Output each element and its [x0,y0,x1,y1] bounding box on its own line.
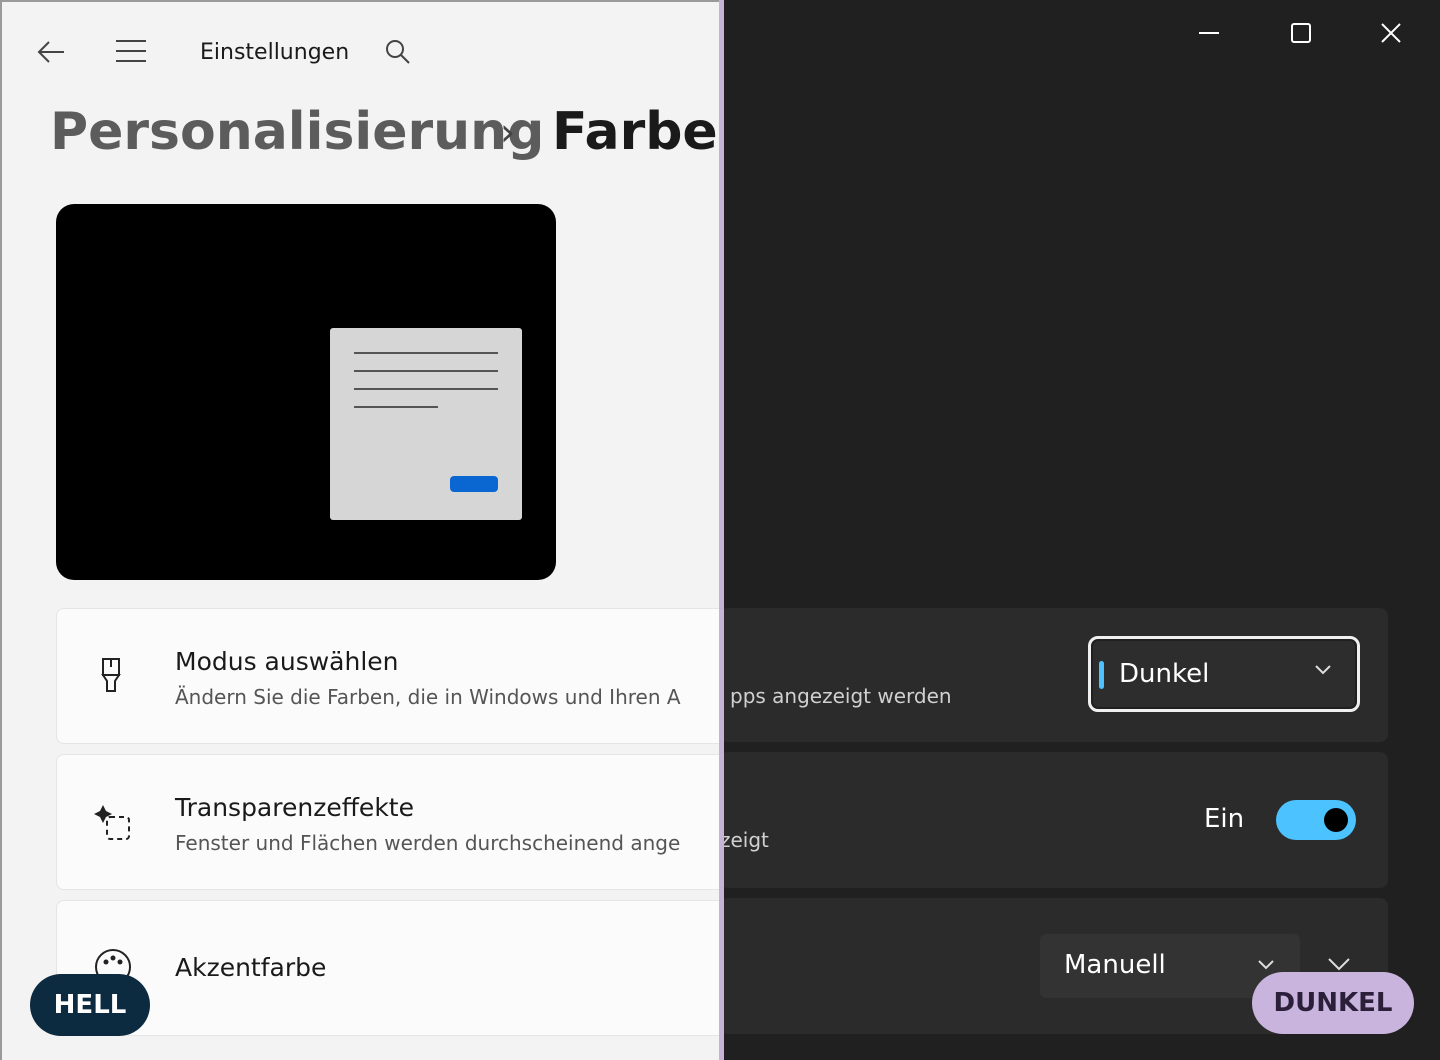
transparency-toggle-label: Ein [1204,804,1245,834]
back-arrow-icon[interactable] [36,38,66,71]
transparency-description-dark: zeigt [720,828,769,852]
toggle-knob [1324,808,1348,832]
mode-card: Modus auswählen Ändern Sie die Farben, d… [56,608,720,744]
dropdown-selection-indicator [1099,661,1104,689]
mode-title: Modus auswählen [175,647,399,676]
maximize-icon[interactable] [1290,22,1312,48]
minimize-icon[interactable] [1198,22,1220,48]
preview-window [330,328,522,520]
chevron-down-icon [1313,659,1333,683]
preview-button [450,476,498,492]
dark-label-badge: DUNKEL [1252,972,1414,1034]
breadcrumb-separator: › [500,110,516,154]
theme-preview [56,204,556,580]
light-label-badge: HELL [30,974,150,1036]
transparency-card: Transparenzeffekte Fenster und Flächen w… [56,754,720,890]
transparency-toggle[interactable] [1276,800,1356,840]
accent-title: Akzentfarbe [175,953,327,982]
transparency-title: Transparenzeffekte [175,793,414,822]
close-icon[interactable] [1380,22,1402,48]
mode-card-dark: pps angezeigt werden Dunkel [720,608,1388,742]
mode-description: Ändern Sie die Farben, die in Windows un… [175,685,681,709]
page-title: Farben [552,102,720,162]
dark-mode-pane: pps angezeigt werden Dunkel zeigt Ein Ma… [720,0,1440,1060]
app-title: Einstellungen [200,40,350,65]
search-icon[interactable] [384,38,412,71]
mode-dropdown-value: Dunkel [1119,659,1210,689]
transparency-description: Fenster und Flächen werden durchscheinen… [175,831,681,855]
light-mode-pane: Einstellungen Personalisierung › Farben … [0,0,720,1060]
mode-dropdown[interactable]: Dunkel [1088,636,1360,712]
accent-dropdown-value: Manuell [1064,950,1166,980]
transparency-card-dark: zeigt Ein [720,752,1388,888]
transparency-sparkle-icon [93,803,133,843]
hamburger-menu-icon[interactable] [116,40,146,62]
split-divider [719,0,724,1060]
mode-description-dark: pps angezeigt werden [730,684,952,708]
breadcrumb-parent[interactable]: Personalisierung [50,102,544,162]
accent-card: Akzentfarbe [56,900,720,1036]
paintbrush-icon [93,657,133,697]
